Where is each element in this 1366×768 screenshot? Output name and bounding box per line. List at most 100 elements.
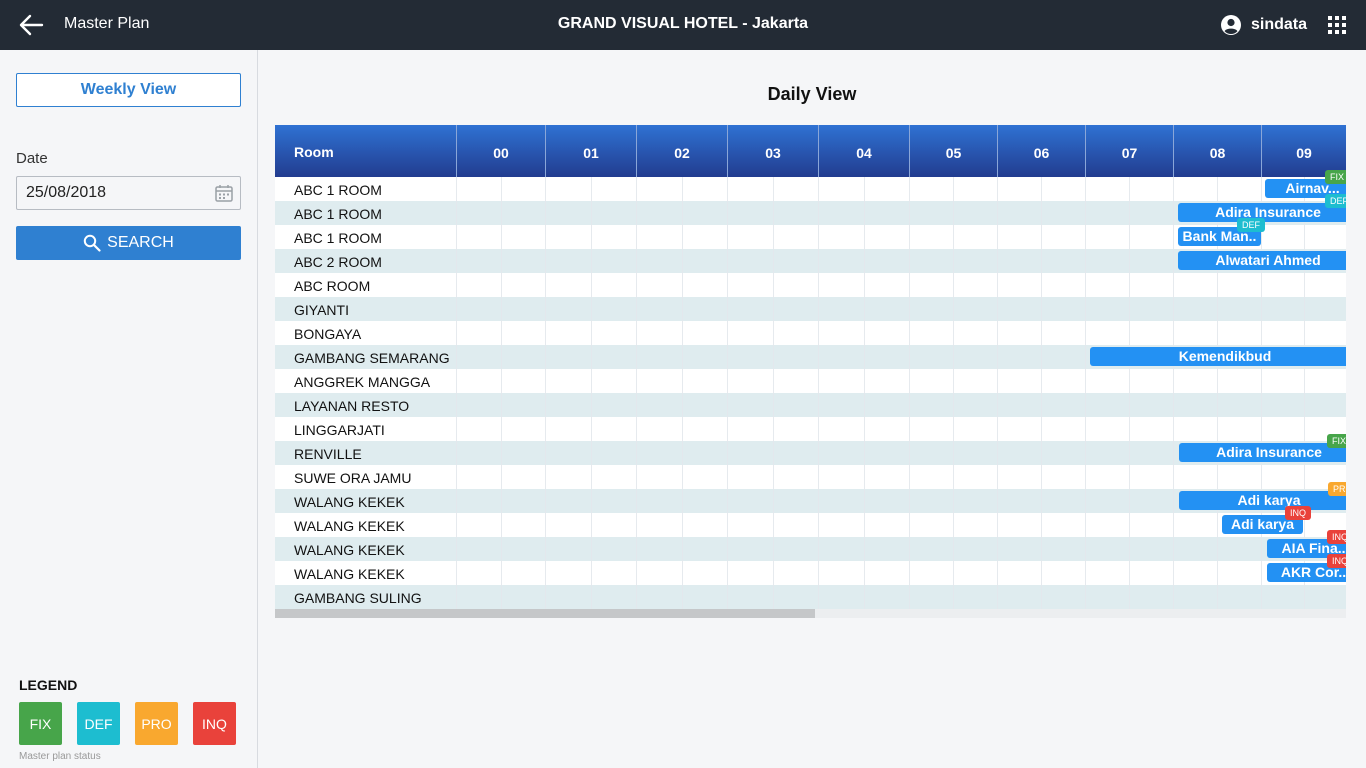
room-row[interactable]: BONGAYA — [275, 321, 1346, 345]
room-row[interactable]: ANGGREK MANGGA — [275, 369, 1346, 393]
room-row[interactable]: WALANG KEKEK — [275, 561, 1346, 585]
status-badge[interactable]: DEF — [1237, 218, 1265, 232]
legend-def: DEF — [77, 702, 120, 745]
page-title: Daily View — [767, 84, 857, 104]
room-name: LINGGARJATI — [294, 422, 385, 438]
hour-label: 08 — [1209, 145, 1226, 161]
calendar-icon[interactable] — [215, 184, 233, 202]
room-name: WALANG KEKEK — [294, 542, 405, 558]
top-bar: Master Plan GRAND VISUAL HOTEL - Jakarta… — [0, 0, 1366, 50]
room-name: ABC 1 ROOM — [294, 230, 382, 246]
schedule-grid: Room 00 01 02 03 04 05 06 07 08 09 ABC 1 ROOM ABC … — [275, 125, 1346, 609]
room-name: GIYANTI — [294, 302, 349, 318]
search-label: SEARCH — [107, 234, 174, 251]
hour-label: 01 — [583, 145, 599, 161]
grid-line — [591, 177, 592, 609]
room-name: GAMBANG SULING — [294, 590, 422, 606]
grid-line — [864, 177, 865, 609]
grid-line — [1173, 177, 1174, 609]
search-icon — [83, 234, 101, 252]
hour-header-02: 02 — [636, 125, 727, 177]
room-row[interactable]: ABC ROOM — [275, 273, 1346, 297]
status-badge[interactable]: INQ — [1327, 554, 1346, 568]
account-circle-icon — [1221, 15, 1241, 35]
grid-line — [727, 177, 728, 609]
hour-header-04: 04 — [818, 125, 909, 177]
weekly-view-button[interactable]: Weekly View — [16, 73, 241, 107]
grid-line — [636, 177, 637, 609]
status-badge[interactable]: INQ — [1327, 530, 1346, 544]
grid-line — [909, 177, 910, 609]
grid-line — [997, 177, 998, 609]
room-row[interactable]: SUWE ORA JAMU — [275, 465, 1346, 489]
booking-bar[interactable]: Adira Insurance — [1179, 443, 1346, 462]
search-button[interactable]: SEARCH — [16, 226, 241, 260]
room-name: WALANG KEKEK — [294, 494, 405, 510]
hour-header-01: 01 — [545, 125, 636, 177]
status-badge[interactable]: FIX — [1327, 434, 1346, 448]
hour-label: 02 — [674, 145, 690, 161]
hour-label: 05 — [945, 145, 962, 161]
grid-line — [1261, 177, 1262, 609]
hour-header-00: 00 — [456, 125, 545, 177]
hour-label: 09 — [1296, 145, 1312, 161]
room-name: GAMBANG SEMARANG — [294, 350, 450, 366]
legend-fix: FIX — [19, 702, 62, 745]
user-name: sindata — [1251, 16, 1308, 33]
sidebar: Weekly View Date SEARCH LEGEND FIX DEF P… — [0, 50, 258, 768]
status-badge[interactable]: PRO — [1328, 482, 1346, 496]
legend-note: Master plan status — [19, 751, 101, 762]
room-row[interactable]: WALANG KEKEK — [275, 513, 1346, 537]
status-badge[interactable]: FIX — [1325, 170, 1346, 184]
room-name: LAYANAN RESTO — [294, 398, 410, 414]
room-name: WALANG KEKEK — [294, 566, 405, 582]
user-menu[interactable]: sindata — [1220, 13, 1307, 37]
grid-line — [545, 177, 546, 609]
hour-label: 03 — [765, 145, 781, 161]
hour-header-07: 07 — [1085, 125, 1173, 177]
legend-title: LEGEND — [19, 677, 78, 693]
hotel-title: GRAND VISUAL HOTEL - Jakarta — [557, 15, 809, 32]
date-input[interactable] — [26, 184, 206, 202]
room-name: ABC 2 ROOM — [294, 254, 382, 270]
hour-header-06: 06 — [997, 125, 1085, 177]
booking-bar[interactable]: Kemendikbud — [1090, 347, 1346, 366]
status-badge[interactable]: INQ — [1285, 506, 1312, 520]
room-name: ABC ROOM — [294, 278, 371, 294]
room-row[interactable]: GAMBANG SULING — [275, 585, 1346, 609]
room-name: RENVILLE — [294, 446, 362, 462]
status-badge[interactable]: DEF — [1325, 194, 1346, 208]
hour-label: 04 — [856, 145, 872, 161]
hour-label: 00 — [493, 145, 509, 161]
grid-line — [501, 177, 502, 609]
room-name: ANGGREK MANGGA — [294, 374, 431, 390]
legend-inq: INQ — [193, 702, 236, 745]
room-row[interactable]: WALANG KEKEK — [275, 537, 1346, 561]
room-column-header: Room — [294, 144, 334, 160]
booking-bar[interactable]: Adi karya — [1179, 491, 1346, 510]
hour-header-03: 03 — [727, 125, 818, 177]
hour-label: 06 — [1033, 145, 1050, 161]
hour-header-05: 05 — [909, 125, 997, 177]
grid-line — [1129, 177, 1130, 609]
grid-line — [953, 177, 954, 609]
back-arrow-icon[interactable] — [18, 13, 44, 37]
grid-header: Room 00 01 02 03 04 05 06 07 08 09 — [275, 125, 1346, 177]
grid-line — [1041, 177, 1042, 609]
apps-grid-icon[interactable] — [1328, 16, 1346, 34]
room-row[interactable]: LAYANAN RESTO — [275, 393, 1346, 417]
grid-line — [682, 177, 683, 609]
room-row[interactable]: LINGGARJATI — [275, 417, 1346, 441]
room-name: BONGAYA — [294, 326, 362, 342]
date-field[interactable] — [16, 176, 241, 210]
app-title: Master Plan — [64, 15, 150, 32]
room-row[interactable]: ABC 1 ROOM — [275, 177, 1346, 201]
room-name: ABC 1 ROOM — [294, 206, 382, 222]
grid-line — [1085, 177, 1086, 609]
grid-line — [773, 177, 774, 609]
room-row[interactable]: GIYANTI — [275, 297, 1346, 321]
room-name: SUWE ORA JAMU — [294, 470, 412, 486]
horizontal-scrollbar[interactable] — [275, 609, 1346, 618]
scrollbar-thumb[interactable] — [275, 609, 815, 618]
booking-bar[interactable]: Alwatari Ahmed — [1178, 251, 1346, 270]
